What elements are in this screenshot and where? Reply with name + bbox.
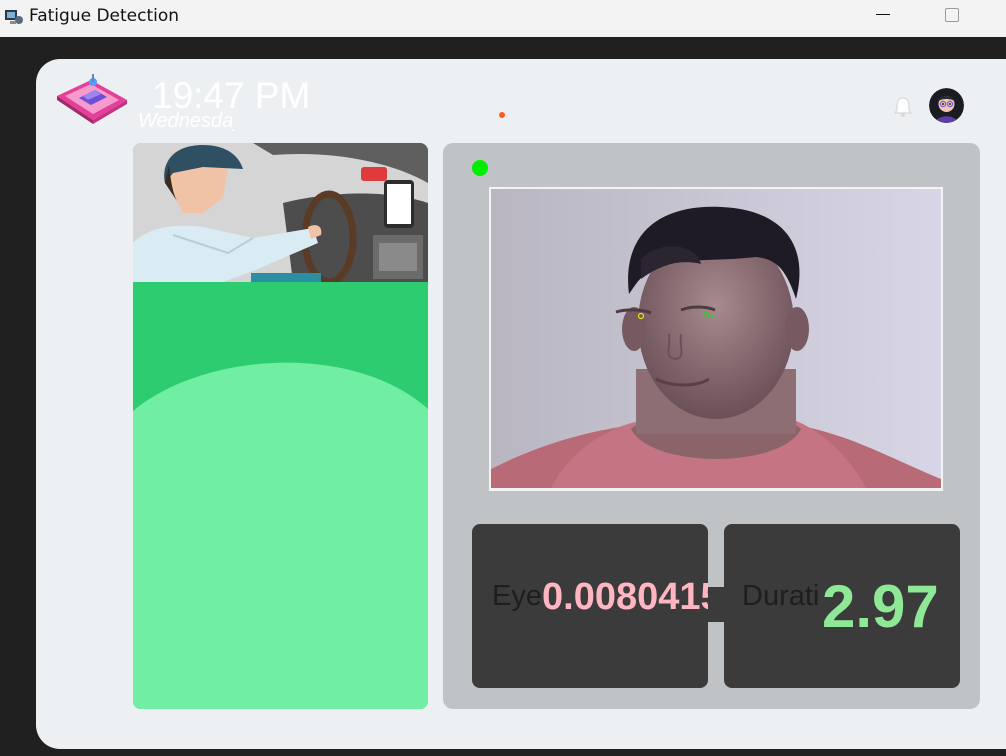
metrics-connector bbox=[706, 587, 726, 622]
title-bar: Fatigue Detection bbox=[0, 0, 1006, 37]
panel-background-shape bbox=[133, 282, 428, 709]
duration-metric-card: Durati 2.97 bbox=[724, 524, 960, 688]
minimize-icon bbox=[876, 14, 890, 15]
eye-metric-value: 0.0080415 bbox=[542, 576, 708, 618]
camera-feed bbox=[489, 187, 943, 491]
eye-metric-label: Eye bbox=[492, 580, 542, 612]
clock-weekday: Wednesday bbox=[138, 110, 234, 132]
avatar[interactable] bbox=[929, 88, 964, 123]
minimize-button[interactable] bbox=[860, 0, 906, 32]
maximize-icon bbox=[945, 8, 959, 22]
notification-dot bbox=[499, 112, 505, 118]
logo-icon bbox=[55, 72, 129, 128]
maximize-button[interactable] bbox=[928, 0, 974, 32]
bell-icon[interactable] bbox=[893, 96, 913, 118]
eye-metric-card: Eye 0.0080415 bbox=[472, 524, 708, 688]
status-indicator bbox=[472, 160, 488, 176]
duration-metric-label: Durati bbox=[742, 580, 820, 612]
window-title: Fatigue Detection bbox=[29, 6, 180, 26]
duration-metric-value: 2.97 bbox=[822, 573, 939, 640]
driver-panel bbox=[133, 143, 428, 709]
driver-illustration bbox=[133, 143, 428, 282]
app-icon bbox=[4, 6, 24, 26]
